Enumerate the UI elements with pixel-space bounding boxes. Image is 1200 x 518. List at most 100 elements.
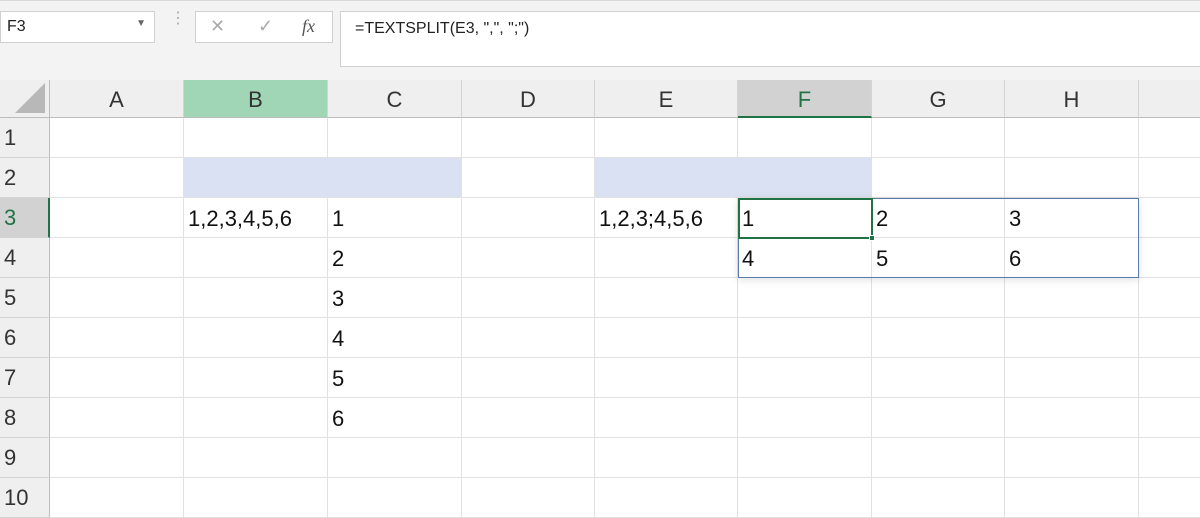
cell-C6[interactable]: 4 [328, 318, 462, 358]
cell-B6[interactable] [184, 318, 328, 358]
cell-H1[interactable] [1005, 118, 1139, 158]
cell-G5[interactable] [872, 278, 1005, 318]
cell-E10[interactable] [595, 478, 738, 518]
cell-D2[interactable] [462, 158, 595, 198]
cell-B2[interactable] [184, 158, 328, 198]
chevron-down-icon[interactable]: ▼ [136, 18, 146, 29]
cell-F1[interactable] [738, 118, 872, 158]
cell-F5[interactable] [738, 278, 872, 318]
cell-B7[interactable] [184, 358, 328, 398]
cell-H10[interactable] [1005, 478, 1139, 518]
cell-A1[interactable] [50, 118, 184, 158]
cell-A5[interactable] [50, 278, 184, 318]
row-header-3[interactable]: 3 [0, 198, 50, 238]
cell-D8[interactable] [462, 398, 595, 438]
cell-C3[interactable]: 1 [328, 198, 462, 238]
cell-F2[interactable] [738, 158, 872, 198]
cell-I3[interactable] [1139, 198, 1200, 238]
cell-F9[interactable] [738, 438, 872, 478]
row-header-8[interactable]: 8 [0, 398, 50, 438]
column-header-A[interactable]: A [50, 80, 184, 118]
cell-H3[interactable]: 3 [1005, 198, 1139, 238]
cell-A2[interactable] [50, 158, 184, 198]
cell-C4[interactable]: 2 [328, 238, 462, 278]
cell-A3[interactable] [50, 198, 184, 238]
cell-I1[interactable] [1139, 118, 1200, 158]
cell-G2[interactable] [872, 158, 1005, 198]
cell-A6[interactable] [50, 318, 184, 358]
cell-I2[interactable] [1139, 158, 1200, 198]
worksheet-grid[interactable]: A B C D E F G H 1 2 3 1,2,3,4,5,6 1 1,2,3;4,5,6 1 2 3 4 2 4… [0, 80, 1200, 518]
column-header-B[interactable]: B [184, 80, 328, 118]
column-header-G[interactable]: G [872, 80, 1005, 118]
cell-H8[interactable] [1005, 398, 1139, 438]
cell-E3[interactable]: 1,2,3;4,5,6 [595, 198, 738, 238]
cell-C7[interactable]: 5 [328, 358, 462, 398]
row-header-10[interactable]: 10 [0, 478, 50, 518]
cell-C5[interactable]: 3 [328, 278, 462, 318]
cell-H6[interactable] [1005, 318, 1139, 358]
cell-A10[interactable] [50, 478, 184, 518]
cell-B4[interactable] [184, 238, 328, 278]
formula-input[interactable]: =TEXTSPLIT(E3, ",", ";") [340, 11, 1200, 67]
grip-icon[interactable]: ⋮ [170, 11, 186, 27]
cell-D7[interactable] [462, 358, 595, 398]
cell-G4[interactable]: 5 [872, 238, 1005, 278]
cell-G8[interactable] [872, 398, 1005, 438]
cell-H2[interactable] [1005, 158, 1139, 198]
cell-F6[interactable] [738, 318, 872, 358]
column-header-C[interactable]: C [328, 80, 462, 118]
cell-I5[interactable] [1139, 278, 1200, 318]
cell-A8[interactable] [50, 398, 184, 438]
cell-E2[interactable] [595, 158, 738, 198]
cancel-icon[interactable]: ✕ [210, 16, 225, 37]
cell-B3[interactable]: 1,2,3,4,5,6 [184, 198, 328, 238]
cell-I4[interactable] [1139, 238, 1200, 278]
cell-B1[interactable] [184, 118, 328, 158]
cell-E1[interactable] [595, 118, 738, 158]
cell-E5[interactable] [595, 278, 738, 318]
cell-E6[interactable] [595, 318, 738, 358]
row-header-5[interactable]: 5 [0, 278, 50, 318]
row-header-6[interactable]: 6 [0, 318, 50, 358]
cell-D9[interactable] [462, 438, 595, 478]
cell-G3[interactable]: 2 [872, 198, 1005, 238]
cell-C10[interactable] [328, 478, 462, 518]
insert-function-icon[interactable]: fx [302, 16, 315, 37]
cell-C2[interactable] [328, 158, 462, 198]
cell-G1[interactable] [872, 118, 1005, 158]
row-header-4[interactable]: 4 [0, 238, 50, 278]
cell-H9[interactable] [1005, 438, 1139, 478]
row-header-1[interactable]: 1 [0, 118, 50, 158]
select-all-button[interactable] [0, 80, 50, 118]
cell-H5[interactable] [1005, 278, 1139, 318]
cell-B5[interactable] [184, 278, 328, 318]
cell-I6[interactable] [1139, 318, 1200, 358]
cell-D10[interactable] [462, 478, 595, 518]
cell-G7[interactable] [872, 358, 1005, 398]
cell-E8[interactable] [595, 398, 738, 438]
cell-A4[interactable] [50, 238, 184, 278]
enter-icon[interactable]: ✓ [258, 16, 273, 37]
cell-D5[interactable] [462, 278, 595, 318]
cell-H7[interactable] [1005, 358, 1139, 398]
cell-E9[interactable] [595, 438, 738, 478]
cell-G9[interactable] [872, 438, 1005, 478]
row-header-2[interactable]: 2 [0, 158, 50, 198]
cell-B10[interactable] [184, 478, 328, 518]
cell-E7[interactable] [595, 358, 738, 398]
cell-C9[interactable] [328, 438, 462, 478]
cell-D3[interactable] [462, 198, 595, 238]
cell-C8[interactable]: 6 [328, 398, 462, 438]
cell-G6[interactable] [872, 318, 1005, 358]
fill-handle[interactable] [869, 235, 875, 241]
cell-I7[interactable] [1139, 358, 1200, 398]
column-header-extra[interactable] [1139, 80, 1200, 118]
cell-A7[interactable] [50, 358, 184, 398]
name-box[interactable]: F3 ▼ [0, 11, 155, 43]
cell-I8[interactable] [1139, 398, 1200, 438]
cell-G10[interactable] [872, 478, 1005, 518]
column-header-E[interactable]: E [595, 80, 738, 118]
cell-B9[interactable] [184, 438, 328, 478]
cell-H4[interactable]: 6 [1005, 238, 1139, 278]
